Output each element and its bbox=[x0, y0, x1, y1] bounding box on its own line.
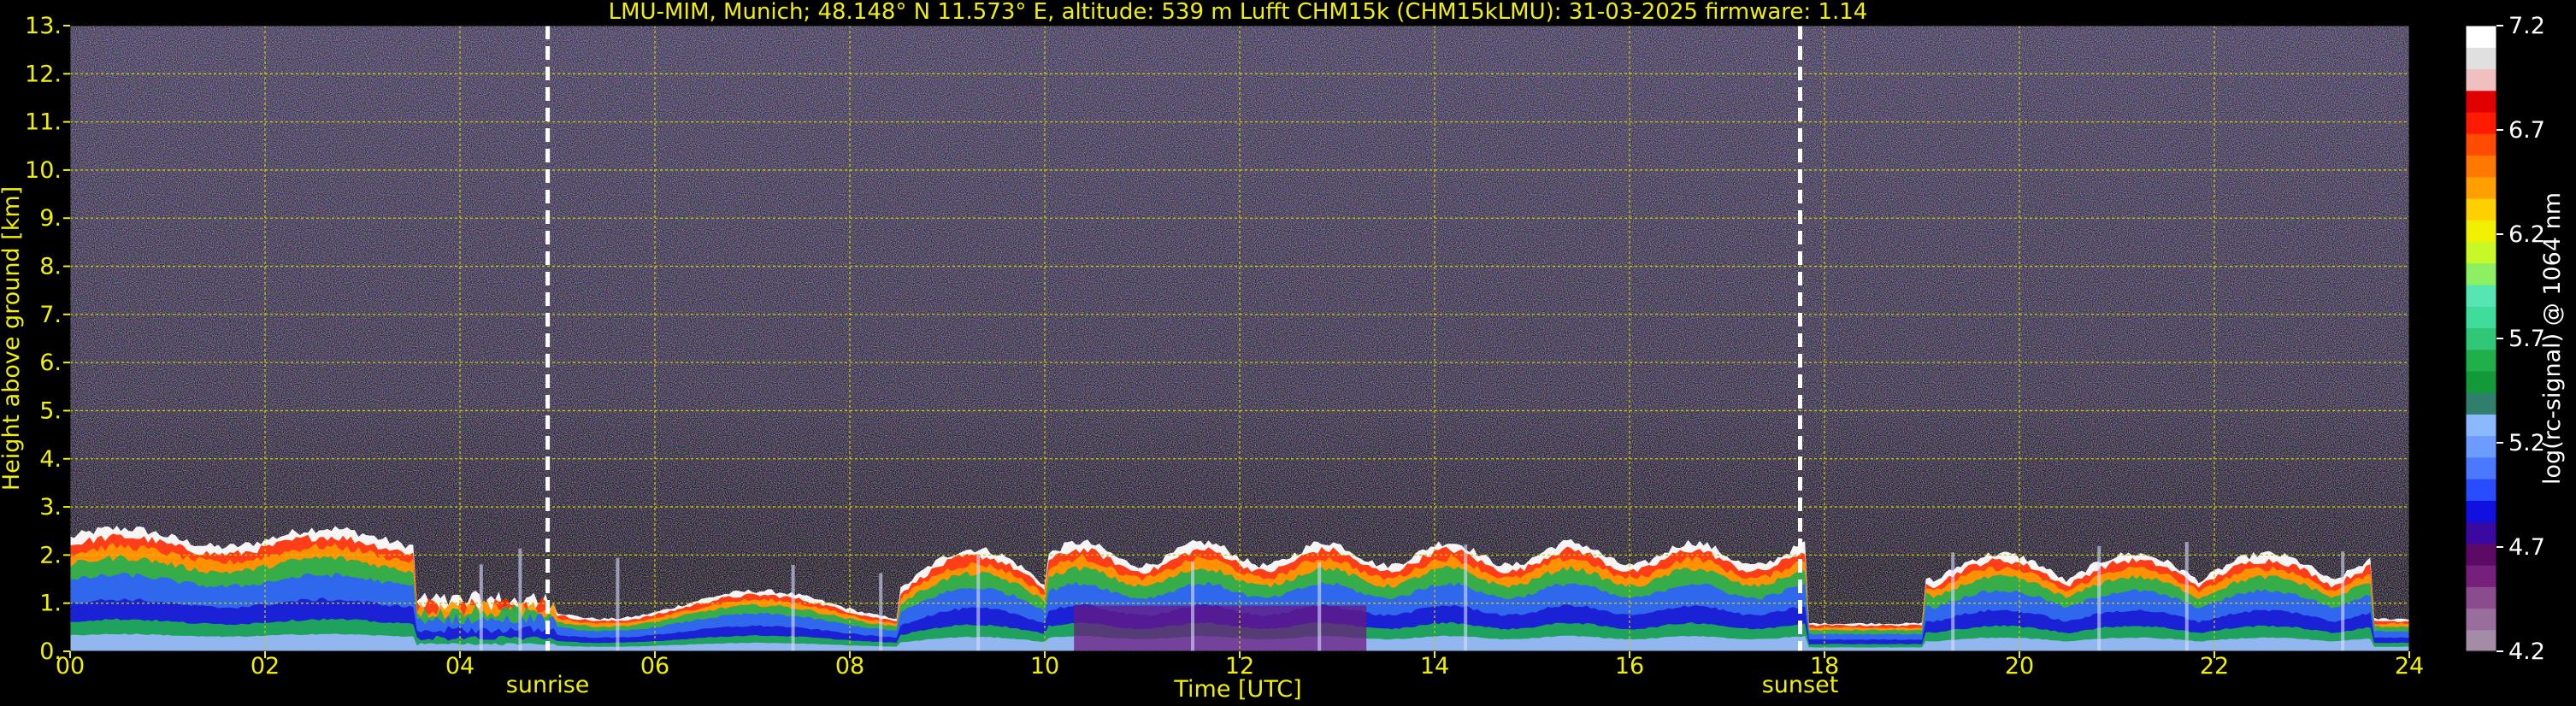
y-tick-label: 0. bbox=[39, 638, 62, 665]
sunrise-label: sunrise bbox=[506, 672, 590, 698]
y-tick-label: 11. bbox=[25, 109, 62, 136]
colorbar-tick-label: 7.2 bbox=[2508, 13, 2545, 39]
y-tick-label: 9. bbox=[39, 205, 62, 232]
colorbar-band bbox=[2466, 479, 2496, 501]
signal-streak bbox=[518, 548, 522, 651]
signal-streak bbox=[879, 573, 883, 651]
colorbar-ticks: 4.24.75.25.76.26.77.2 bbox=[2496, 13, 2545, 665]
colorbar-band bbox=[2466, 435, 2496, 458]
colorbar-band bbox=[2466, 197, 2496, 221]
chart-title: LMU-MIM, Munich; 48.148° N 11.573° E, al… bbox=[609, 0, 1868, 25]
colorbar-band bbox=[2466, 111, 2496, 134]
colorbar-band bbox=[2466, 521, 2496, 544]
colorbar-band bbox=[2466, 262, 2496, 285]
colorbar-band bbox=[2466, 220, 2496, 243]
x-tick-label: 20 bbox=[2005, 653, 2034, 680]
y-tick-label: 13. bbox=[25, 13, 62, 39]
signal-streak bbox=[2097, 545, 2101, 651]
low-signal-region bbox=[1074, 605, 1367, 651]
y-tick-label: 8. bbox=[39, 254, 62, 280]
y-tick-label: 4. bbox=[39, 446, 62, 473]
y-tick-label: 12. bbox=[25, 61, 62, 87]
colorbar-band bbox=[2466, 500, 2496, 523]
colorbar-band bbox=[2466, 241, 2496, 264]
y-tick-label: 10. bbox=[25, 157, 62, 184]
y-tick-label: 2. bbox=[39, 542, 62, 568]
signal-streak bbox=[2184, 542, 2189, 651]
ceilometer-chart: LMU-MIM, Munich; 48.148° N 11.573° E, al… bbox=[0, 0, 2566, 703]
colorbar-band bbox=[2466, 456, 2496, 479]
colorbar-band bbox=[2466, 327, 2496, 350]
colorbar-band bbox=[2466, 414, 2496, 437]
colorbar-band bbox=[2466, 155, 2496, 178]
y-tick-label: 5. bbox=[39, 397, 62, 424]
colorbar-band bbox=[2466, 392, 2496, 415]
colorbar-tick-label: 4.2 bbox=[2508, 638, 2545, 665]
colorbar-tick-label: 4.7 bbox=[2508, 534, 2545, 561]
colorbar-band bbox=[2466, 90, 2496, 113]
x-tick-label: 14 bbox=[1420, 653, 1449, 680]
x-tick-label: 02 bbox=[251, 653, 280, 680]
colorbar-bands bbox=[2466, 26, 2496, 652]
y-tick-label: 1. bbox=[39, 591, 62, 617]
colorbar-band bbox=[2466, 26, 2496, 48]
signal-streak bbox=[616, 557, 620, 651]
x-tick-label: 04 bbox=[445, 653, 475, 680]
y-tick-label: 3. bbox=[39, 494, 62, 521]
colorbar-band bbox=[2466, 68, 2496, 91]
plot-area bbox=[70, 26, 2409, 651]
y-tick-label: 6. bbox=[39, 350, 62, 376]
signal-streak bbox=[1191, 561, 1194, 651]
colorbar-band bbox=[2466, 608, 2496, 631]
y-tick-label: 7. bbox=[39, 302, 62, 328]
x-tick-label: 24 bbox=[2395, 653, 2424, 680]
sunset-label: sunset bbox=[1762, 672, 1839, 698]
signal-streak bbox=[479, 564, 483, 651]
x-axis-label: Time [UTC] bbox=[1173, 676, 1301, 703]
x-tick-label: 22 bbox=[2200, 653, 2229, 680]
y-axis-ticks: 0. 1. 2. 3. 4. 5. 6. 7. 8. 9. 10. 11. 12. 13. bbox=[25, 13, 70, 665]
signal-streak bbox=[791, 565, 795, 651]
colorbar-band bbox=[2466, 349, 2496, 372]
colorbar-band bbox=[2466, 284, 2496, 307]
signal-streak bbox=[1464, 544, 1468, 651]
colorbar-band bbox=[2466, 370, 2496, 393]
x-tick-label: 16 bbox=[1615, 653, 1644, 680]
colorbar-band bbox=[2466, 629, 2496, 652]
signal-streak bbox=[2341, 551, 2345, 651]
colorbar-band bbox=[2466, 306, 2496, 328]
colorbar-tick-label: 6.7 bbox=[2508, 117, 2545, 144]
x-tick-label: 08 bbox=[835, 653, 864, 680]
colorbar-label: log(rc-signal) @ 1064 nm bbox=[2539, 192, 2566, 485]
colorbar-band bbox=[2466, 543, 2496, 566]
ceilometer-quicklook: LMU-MIM, Munich; 48.148° N 11.573° E, al… bbox=[0, 0, 2576, 706]
x-tick-label: 06 bbox=[640, 653, 669, 680]
signal-streak bbox=[1317, 562, 1322, 651]
x-tick-label: 10 bbox=[1030, 653, 1059, 680]
colorbar-band bbox=[2466, 565, 2496, 587]
colorbar-band bbox=[2466, 176, 2496, 199]
colorbar: 4.24.75.25.76.26.77.2 log(rc-signal) @ 1… bbox=[2465, 13, 2566, 665]
y-axis-label: Height above ground [km] bbox=[0, 186, 25, 491]
colorbar-band bbox=[2466, 133, 2496, 156]
colorbar-band bbox=[2466, 47, 2496, 70]
signal-streak bbox=[1951, 552, 1955, 651]
colorbar-band bbox=[2466, 586, 2496, 609]
